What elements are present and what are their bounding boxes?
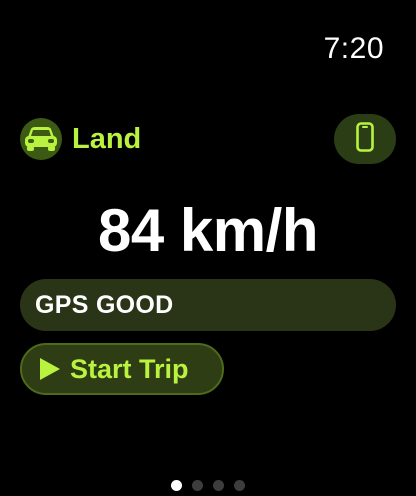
- page-dot-active: [171, 480, 182, 491]
- start-trip-button[interactable]: Start Trip: [20, 343, 224, 395]
- clock-time: 7:20: [323, 32, 384, 65]
- gps-status-bar: GPS GOOD: [20, 279, 396, 331]
- play-icon: [40, 358, 60, 380]
- phone-icon: [356, 121, 374, 157]
- mode-label: Land: [72, 122, 142, 155]
- speed-readout: 84 km/h: [98, 197, 318, 264]
- mode-selector: Land: [20, 118, 141, 160]
- car-icon: [20, 118, 62, 160]
- page-dot: [192, 480, 203, 491]
- page-dot: [213, 480, 224, 491]
- start-trip-label: Start Trip: [70, 353, 189, 384]
- page-indicator: [0, 480, 416, 491]
- gps-status-text: GPS GOOD: [35, 290, 174, 319]
- phone-button[interactable]: [334, 114, 396, 164]
- page-dot: [234, 480, 245, 491]
